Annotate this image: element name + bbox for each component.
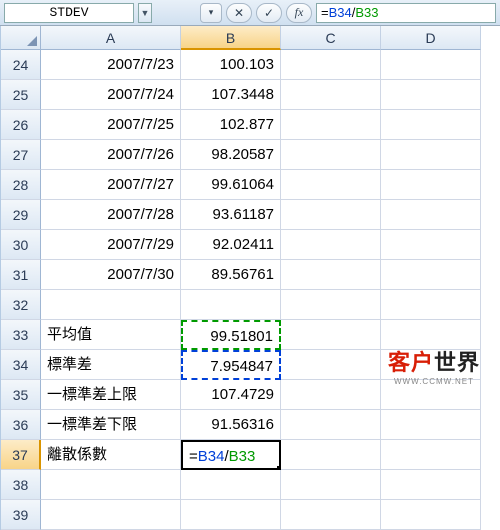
cell[interactable]: 102.877 [181,110,281,140]
name-box[interactable]: STDEV [4,3,134,23]
column-header-D[interactable]: D [381,26,481,50]
cell[interactable] [381,320,481,350]
row-header[interactable]: 35 [1,380,41,410]
row-header[interactable]: 28 [1,170,41,200]
cell[interactable] [381,140,481,170]
row-header[interactable]: 32 [1,290,41,320]
select-all-corner[interactable] [1,26,41,50]
cell[interactable]: 2007/7/25 [41,110,181,140]
cell[interactable] [281,440,381,470]
cell[interactable]: 99.61064 [181,170,281,200]
cell[interactable] [281,50,381,80]
cell[interactable] [381,350,481,380]
row-header[interactable]: 25 [1,80,41,110]
spreadsheet-grid[interactable]: ABCD 242007/7/23100.103 252007/7/24107.344… [0,26,500,530]
cell[interactable] [381,380,481,410]
cell[interactable]: 98.20587 [181,140,281,170]
cell[interactable]: 平均值 [41,320,181,350]
row-header[interactable]: 31 [1,260,41,290]
formula-ref1: B34 [329,5,352,20]
cell[interactable]: 99.51801 [181,320,281,350]
row-header[interactable]: 26 [1,110,41,140]
cell[interactable] [381,110,481,140]
cell[interactable]: 標準差 [41,350,181,380]
cell[interactable]: 89.56761 [181,260,281,290]
editing-cell[interactable]: =B34/B33 [181,440,281,470]
cell[interactable]: 2007/7/28 [41,200,181,230]
cell[interactable] [181,500,281,530]
formula-ref2: B33 [355,5,378,20]
fx-button[interactable]: fx [286,3,312,23]
cell[interactable] [281,230,381,260]
cell[interactable] [381,500,481,530]
row-header[interactable]: 37 [1,440,41,470]
formula-prefix: = [321,5,329,20]
cell[interactable] [281,110,381,140]
cell[interactable] [281,500,381,530]
cell[interactable]: 一標準差下限 [41,410,181,440]
row-header[interactable]: 38 [1,470,41,500]
cell[interactable] [381,290,481,320]
cell[interactable] [281,320,381,350]
cell[interactable]: 2007/7/26 [41,140,181,170]
cell[interactable] [381,80,481,110]
cell[interactable] [281,350,381,380]
cell[interactable]: 一標準差上限 [41,380,181,410]
cell[interactable] [381,50,481,80]
cell[interactable] [281,200,381,230]
cell[interactable] [381,260,481,290]
cell[interactable]: 2007/7/30 [41,260,181,290]
column-header-C[interactable]: C [281,26,381,50]
cell[interactable] [381,440,481,470]
cell[interactable]: 離散係數 [41,440,181,470]
cell[interactable]: 107.4729 [181,380,281,410]
cell[interactable]: 107.3448 [181,80,281,110]
row-header[interactable]: 27 [1,140,41,170]
formula-input[interactable]: =B34/B33 [316,3,496,23]
cell[interactable] [281,380,381,410]
row-header[interactable]: 29 [1,200,41,230]
cell[interactable] [281,410,381,440]
cell[interactable] [281,290,381,320]
cell[interactable] [381,230,481,260]
cell[interactable] [181,470,281,500]
row-header[interactable]: 39 [1,500,41,530]
cell[interactable]: 2007/7/23 [41,50,181,80]
cancel-button[interactable]: ✕ [226,3,252,23]
column-header-B[interactable]: B [181,26,281,50]
row-header[interactable]: 36 [1,410,41,440]
name-box-dropdown[interactable]: ▼ [138,3,152,23]
cell[interactable]: 2007/7/29 [41,230,181,260]
cell[interactable] [41,290,181,320]
cell[interactable] [281,470,381,500]
cell[interactable] [181,290,281,320]
cell[interactable]: 2007/7/27 [41,170,181,200]
cell[interactable]: 7.954847 [181,350,281,380]
cell[interactable]: 92.02411 [181,230,281,260]
row-header[interactable]: 33 [1,320,41,350]
cell[interactable]: 2007/7/24 [41,80,181,110]
cell[interactable] [381,170,481,200]
row-header[interactable]: 24 [1,50,41,80]
cell[interactable]: 91.56316 [181,410,281,440]
column-header-A[interactable]: A [41,26,181,50]
cell[interactable] [381,200,481,230]
cell[interactable]: 93.61187 [181,200,281,230]
cell[interactable] [41,500,181,530]
cell[interactable] [381,410,481,440]
formula-bar: STDEV ▼ ▾ ✕ ✓ fx =B34/B33 [0,0,500,26]
cell[interactable] [281,260,381,290]
row-header[interactable]: 30 [1,230,41,260]
cell[interactable] [281,80,381,110]
cell[interactable] [281,140,381,170]
expand-formula-icon[interactable]: ▾ [200,3,222,23]
cell[interactable] [281,170,381,200]
cell[interactable]: 100.103 [181,50,281,80]
enter-button[interactable]: ✓ [256,3,282,23]
row-header[interactable]: 34 [1,350,41,380]
cell[interactable] [381,470,481,500]
cell[interactable] [41,470,181,500]
